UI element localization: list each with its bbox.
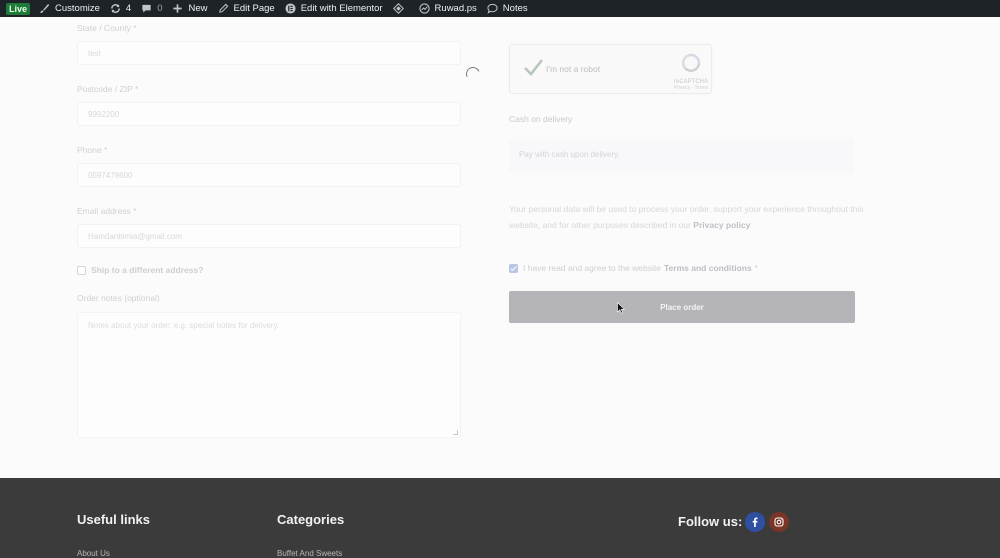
live-badge: Live	[6, 2, 31, 15]
facebook-icon	[752, 517, 758, 527]
edit-page-link[interactable]: Edit Page	[213, 0, 280, 17]
ship-different-checkbox[interactable]	[77, 265, 86, 275]
elementor-icon	[285, 3, 296, 14]
state-label: State / County *	[77, 23, 137, 33]
postcode-label: Postcode / ZIP *	[77, 84, 139, 94]
instagram-icon	[774, 517, 784, 527]
footer-category-link[interactable]: Buffet And Sweets	[277, 549, 342, 558]
customize-link[interactable]: Customize	[34, 0, 105, 17]
state-input[interactable]: test	[77, 41, 461, 65]
payment-method-label: Cash on delivery	[509, 114, 573, 124]
useful-links-heading: Useful links	[77, 512, 150, 527]
new-content-link[interactable]: New	[167, 0, 212, 17]
follow-us-heading: Follow us:	[678, 514, 743, 529]
paintbrush-icon	[40, 3, 50, 14]
site-name-link[interactable]: Ruwad.ps	[414, 0, 482, 17]
edit-elementor-link[interactable]: Edit with Elementor	[280, 0, 388, 17]
privacy-text: Your personal data will be used to proce…	[509, 204, 864, 230]
updates-link[interactable]: 4	[105, 0, 136, 17]
customize-label: Customize	[55, 3, 100, 14]
new-label: New	[188, 3, 208, 14]
comments-link[interactable]: 0	[136, 0, 167, 17]
terms-checkbox[interactable]	[509, 263, 518, 273]
diamond-icon	[392, 3, 404, 14]
ship-different-label: Ship to a different address?	[91, 265, 204, 275]
phone-input[interactable]: 0597478600	[77, 163, 461, 187]
edit-page-label: Edit Page	[233, 3, 275, 14]
order-notes-placeholder: Notes about your order, e.g. special not…	[88, 321, 280, 330]
checkout-form: State / County * test Postcode / ZIP * 9…	[0, 17, 1000, 478]
email-label: Email address *	[77, 206, 137, 216]
order-notes-textarea[interactable]: Notes about your order, e.g. special not…	[77, 312, 461, 438]
recaptcha-widget: I'm not a robot reCAPTCHA Privacy - Term…	[509, 44, 712, 94]
diamond-menu[interactable]	[388, 0, 414, 17]
plus-icon	[173, 4, 183, 13]
updates-count: 4	[125, 3, 132, 14]
terms-required-mark: *	[754, 263, 758, 273]
resize-handle-icon[interactable]	[453, 430, 458, 435]
comments-count: 0	[157, 3, 163, 14]
privacy-policy-link[interactable]: Privacy policy	[693, 220, 750, 230]
place-order-button[interactable]: Place order	[509, 291, 855, 323]
recaptcha-terms[interactable]: Privacy - Terms	[666, 85, 716, 91]
notes-label: Notes	[502, 3, 528, 14]
edit-elementor-label: Edit with Elementor	[300, 3, 383, 14]
pencil-icon	[218, 3, 228, 13]
postcode-input[interactable]: 9992200	[77, 102, 461, 126]
checkmark-icon[interactable]	[522, 57, 544, 79]
site-name-label: Ruwad.ps	[434, 3, 477, 14]
payment-description: Pay with cash upon delivery.	[509, 139, 854, 173]
updates-icon	[110, 4, 120, 13]
site-icon	[418, 3, 430, 14]
terms-option[interactable]: I have read and agree to the website Ter…	[509, 263, 758, 273]
wp-admin-bar: Live Customize 4 0 New Edit Page Edit wi…	[0, 0, 1000, 17]
recaptcha-logo: reCAPTCHA Privacy - Terms	[666, 53, 716, 91]
notes-link[interactable]: Notes	[482, 0, 533, 17]
speech-bubble-icon	[487, 3, 498, 14]
terms-text: I have read and agree to the website	[523, 263, 661, 273]
recaptcha-label: I'm not a robot	[546, 64, 601, 74]
comment-icon	[142, 4, 151, 13]
facebook-link[interactable]	[745, 512, 765, 532]
footer-link-about-us[interactable]: About Us	[77, 549, 110, 558]
categories-heading: Categories	[277, 512, 345, 527]
terms-link[interactable]: Terms and conditions	[664, 263, 752, 273]
privacy-notice: Your personal data will be used to proce…	[509, 201, 869, 233]
ship-different-option[interactable]: Ship to a different address?	[77, 265, 203, 275]
order-notes-label: Order notes (optional)	[77, 293, 160, 303]
recaptcha-icon	[682, 53, 701, 72]
mouse-cursor-icon	[617, 302, 625, 314]
instagram-link[interactable]	[769, 512, 789, 532]
loading-spinner-icon	[464, 65, 482, 83]
site-footer: Useful links About Us Categories Buffet …	[0, 478, 1000, 558]
phone-label: Phone *	[77, 145, 108, 155]
email-input[interactable]: Hamdanbimia@gmail.com	[77, 224, 461, 248]
